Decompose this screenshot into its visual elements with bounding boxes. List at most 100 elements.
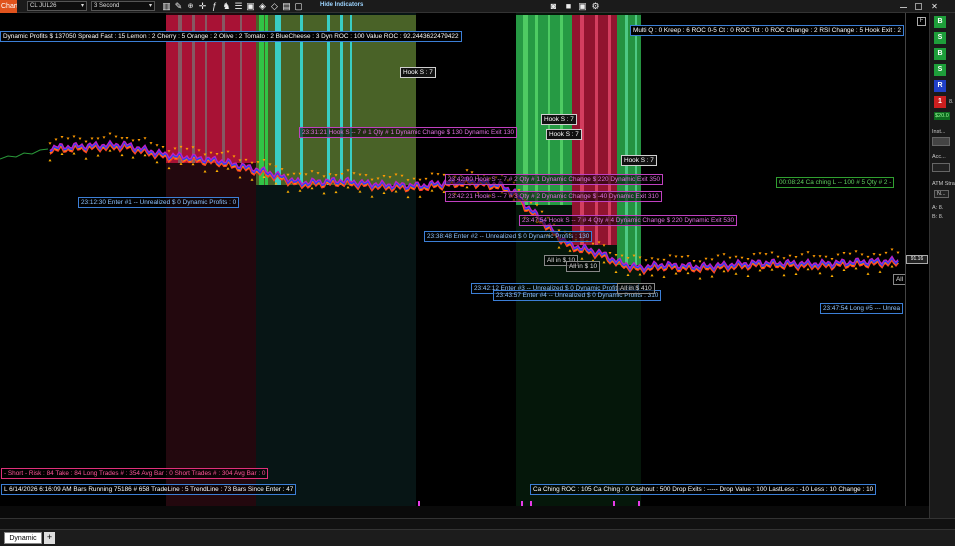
buy-triangle-marker	[48, 158, 52, 162]
interval-select[interactable]: 3 Second ▾	[91, 1, 155, 11]
camera-icon[interactable]: ◙	[549, 2, 558, 11]
screenshot-icon[interactable]: ▣	[246, 2, 255, 11]
tab-bar: Dynamic +	[0, 529, 955, 546]
hook-label: Hook S : 7	[541, 114, 577, 125]
chart-tab-label[interactable]: Chart	[0, 0, 17, 13]
link-icon[interactable]: ◈	[258, 2, 267, 11]
sell-triangle-marker	[155, 144, 159, 147]
sell-triangle-marker	[668, 254, 672, 258]
sell-triangle-marker	[418, 178, 422, 182]
buy-triangle-marker	[866, 272, 870, 275]
trade-exit-label: 23:31:21 Hook S -- 7 # 1 Qty # 1 Dynamic…	[299, 127, 518, 138]
sell-triangle-marker	[728, 256, 732, 260]
sell-triangle-marker	[674, 255, 678, 258]
sell-triangle-marker	[656, 258, 660, 261]
buy-triangle-marker	[830, 274, 834, 277]
buy-triangle-marker	[108, 149, 112, 152]
hide-indicators-button[interactable]: Hide Indicators	[320, 2, 363, 8]
bar-type-icon[interactable]: ▥	[162, 2, 171, 11]
chart-canvas	[0, 13, 900, 506]
price-axis[interactable]	[905, 13, 929, 518]
sell-triangle-marker	[680, 255, 684, 259]
buy-triangle-marker	[842, 268, 846, 271]
maximize-icon[interactable]	[915, 3, 922, 10]
strategies-icon[interactable]: ♞	[222, 2, 231, 11]
sell-button[interactable]: S	[934, 32, 946, 44]
alert-icon[interactable]: ◇	[270, 2, 279, 11]
sell-triangle-marker	[854, 250, 858, 253]
long-entry-label: 23:47:54 Long #5 --- Unrea	[820, 303, 904, 314]
sell-triangle-marker	[60, 135, 64, 139]
sell-button[interactable]: S	[934, 64, 946, 76]
buy-triangle-marker	[854, 266, 858, 270]
sell-triangle-marker	[704, 257, 708, 261]
pink-signal-stripe	[608, 15, 611, 245]
template-icon[interactable]: ▤	[282, 2, 291, 11]
hook-label: Hook S : 7	[400, 67, 436, 78]
price-chart[interactable]: Dynamic Profits $ 137050 Spread Fast : 1…	[0, 13, 905, 506]
close-icon[interactable]: ✕	[930, 2, 939, 11]
hook-label: Hook S : 7	[546, 129, 582, 140]
instrument-select[interactable]: CL JUL26 ▾	[27, 1, 87, 11]
buy-triangle-marker	[96, 153, 100, 157]
buy-button[interactable]: B	[934, 48, 946, 60]
settings-gear-icon[interactable]: ⚙	[591, 2, 600, 11]
chart-window-icon[interactable]: ▣	[578, 2, 587, 11]
buy-triangle-marker	[794, 272, 798, 275]
sell-triangle-marker	[662, 258, 666, 262]
properties-icon[interactable]: ☰	[234, 2, 243, 11]
green-signal-stripe	[635, 15, 637, 265]
draw-tools-icon[interactable]: ✎	[174, 2, 183, 11]
ask-label: A: 8.	[932, 205, 944, 211]
sell-triangle-marker	[764, 253, 768, 256]
sell-triangle-marker	[137, 138, 141, 142]
buy-triangle-marker	[782, 273, 786, 277]
status-info: L 6/14/2026 6:16:09 AM Bars Running 7518…	[1, 484, 297, 495]
caching-stats-info: Ca Ching ROC : 105 Ca Ching : 0 Cashout …	[530, 484, 877, 495]
window-icon[interactable]: ▢	[294, 2, 303, 11]
sell-triangle-marker	[782, 257, 786, 260]
quantity-box[interactable]: 1	[934, 96, 946, 108]
sell-triangle-marker	[878, 253, 882, 257]
green-signal-band	[617, 15, 641, 265]
f-button[interactable]: F	[917, 17, 926, 26]
sell-triangle-marker	[722, 253, 726, 256]
buy-triangle-marker	[662, 275, 666, 278]
add-tab-button[interactable]: +	[44, 532, 55, 544]
short-stats-info: - Short - Risk : 84 Take : 84 Long Trade…	[1, 468, 269, 479]
sell-triangle-marker	[48, 142, 52, 145]
indicators-icon[interactable]: ƒ	[210, 2, 219, 11]
crosshair-icon[interactable]: ✛	[198, 2, 207, 11]
buy-triangle-marker	[465, 185, 469, 189]
buy-triangle-marker	[155, 160, 159, 164]
sell-triangle-marker	[746, 258, 750, 261]
buy-triangle-marker	[60, 152, 64, 155]
dynamic-profits-info: Dynamic Profits $ 137050 Spread Fast : 1…	[0, 31, 462, 42]
sell-triangle-marker	[884, 251, 888, 255]
sell-triangle-marker	[114, 135, 118, 139]
sell-triangle-marker	[102, 136, 106, 139]
price-marker: 91.16	[906, 255, 928, 264]
buy-triangle-marker	[72, 152, 76, 155]
minimize-icon[interactable]	[900, 1, 907, 8]
sell-triangle-marker	[131, 139, 135, 142]
tab-dynamic[interactable]: Dynamic	[4, 532, 42, 544]
account-select[interactable]	[932, 163, 950, 172]
zoom-icon[interactable]: ⊕	[186, 2, 195, 11]
video-icon[interactable]: ■	[564, 2, 573, 11]
buy-button[interactable]: B	[934, 16, 946, 28]
atm-strategy-select[interactable]: N...	[934, 190, 949, 198]
reverse-button[interactable]: R	[934, 80, 946, 92]
sell-triangle-marker	[78, 137, 82, 141]
green-signal-stripe	[625, 15, 628, 265]
sell-triangle-marker	[752, 253, 756, 256]
sell-triangle-marker	[788, 254, 792, 258]
instrument-select[interactable]	[932, 137, 950, 146]
hook-label: Hook S : 7	[621, 155, 657, 166]
sell-triangle-marker	[90, 137, 94, 141]
sell-triangle-marker	[424, 177, 428, 181]
sell-triangle-marker	[818, 255, 822, 258]
trade-exit-label: 23:47:54 Hook S -- 7 # 4 Qty # 4 Dynamic…	[519, 215, 738, 226]
horizontal-scrollbar[interactable]	[0, 506, 929, 518]
buy-triangle-marker	[890, 264, 894, 268]
